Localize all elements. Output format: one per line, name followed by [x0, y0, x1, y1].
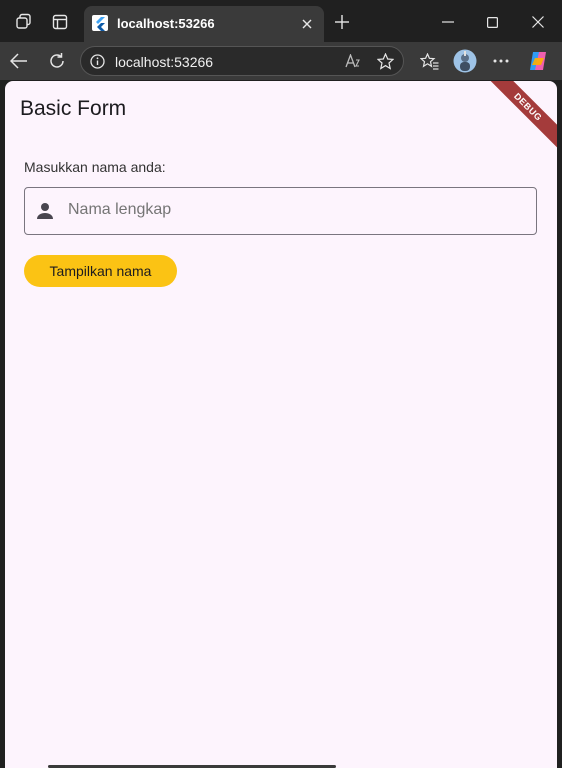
close-window-icon[interactable] [528, 12, 548, 32]
site-info-icon[interactable] [89, 53, 105, 69]
tab-strip: localhost:53266 [0, 0, 562, 42]
tab-title: localhost:53266 [117, 16, 215, 31]
profile-avatar-icon[interactable] [453, 49, 477, 73]
refresh-icon[interactable] [46, 51, 68, 71]
favorite-star-icon[interactable] [376, 53, 394, 70]
browser-toolbar: localhost:53266 [0, 42, 562, 80]
url-text: localhost:53266 [115, 54, 214, 70]
name-field-label: Masukkan nama anda: [24, 159, 166, 175]
copilot-icon[interactable] [526, 49, 550, 73]
close-tab-icon[interactable] [298, 15, 316, 33]
favorites-icon[interactable] [418, 51, 440, 71]
debug-banner: DEBUG [483, 81, 557, 152]
new-tab-icon[interactable] [332, 12, 352, 32]
tab-actions-icon[interactable] [50, 12, 70, 32]
name-input[interactable] [68, 201, 508, 219]
read-aloud-icon[interactable] [345, 53, 363, 69]
show-name-button[interactable]: Tampilkan nama [24, 255, 177, 287]
address-bar[interactable]: localhost:53266 [80, 46, 404, 76]
name-input-box[interactable] [24, 187, 537, 235]
back-icon[interactable] [8, 51, 30, 71]
maximize-icon[interactable] [482, 12, 502, 32]
minimize-icon[interactable] [438, 12, 458, 32]
person-icon [36, 202, 54, 220]
tab-active[interactable]: localhost:53266 [84, 6, 324, 42]
more-options-icon[interactable] [490, 51, 512, 71]
page-title: Basic Form [20, 97, 127, 120]
page-viewport: Basic Form DEBUG Masukkan nama anda: Tam… [5, 81, 557, 768]
workspaces-icon[interactable] [14, 12, 34, 32]
flutter-icon [92, 15, 108, 31]
